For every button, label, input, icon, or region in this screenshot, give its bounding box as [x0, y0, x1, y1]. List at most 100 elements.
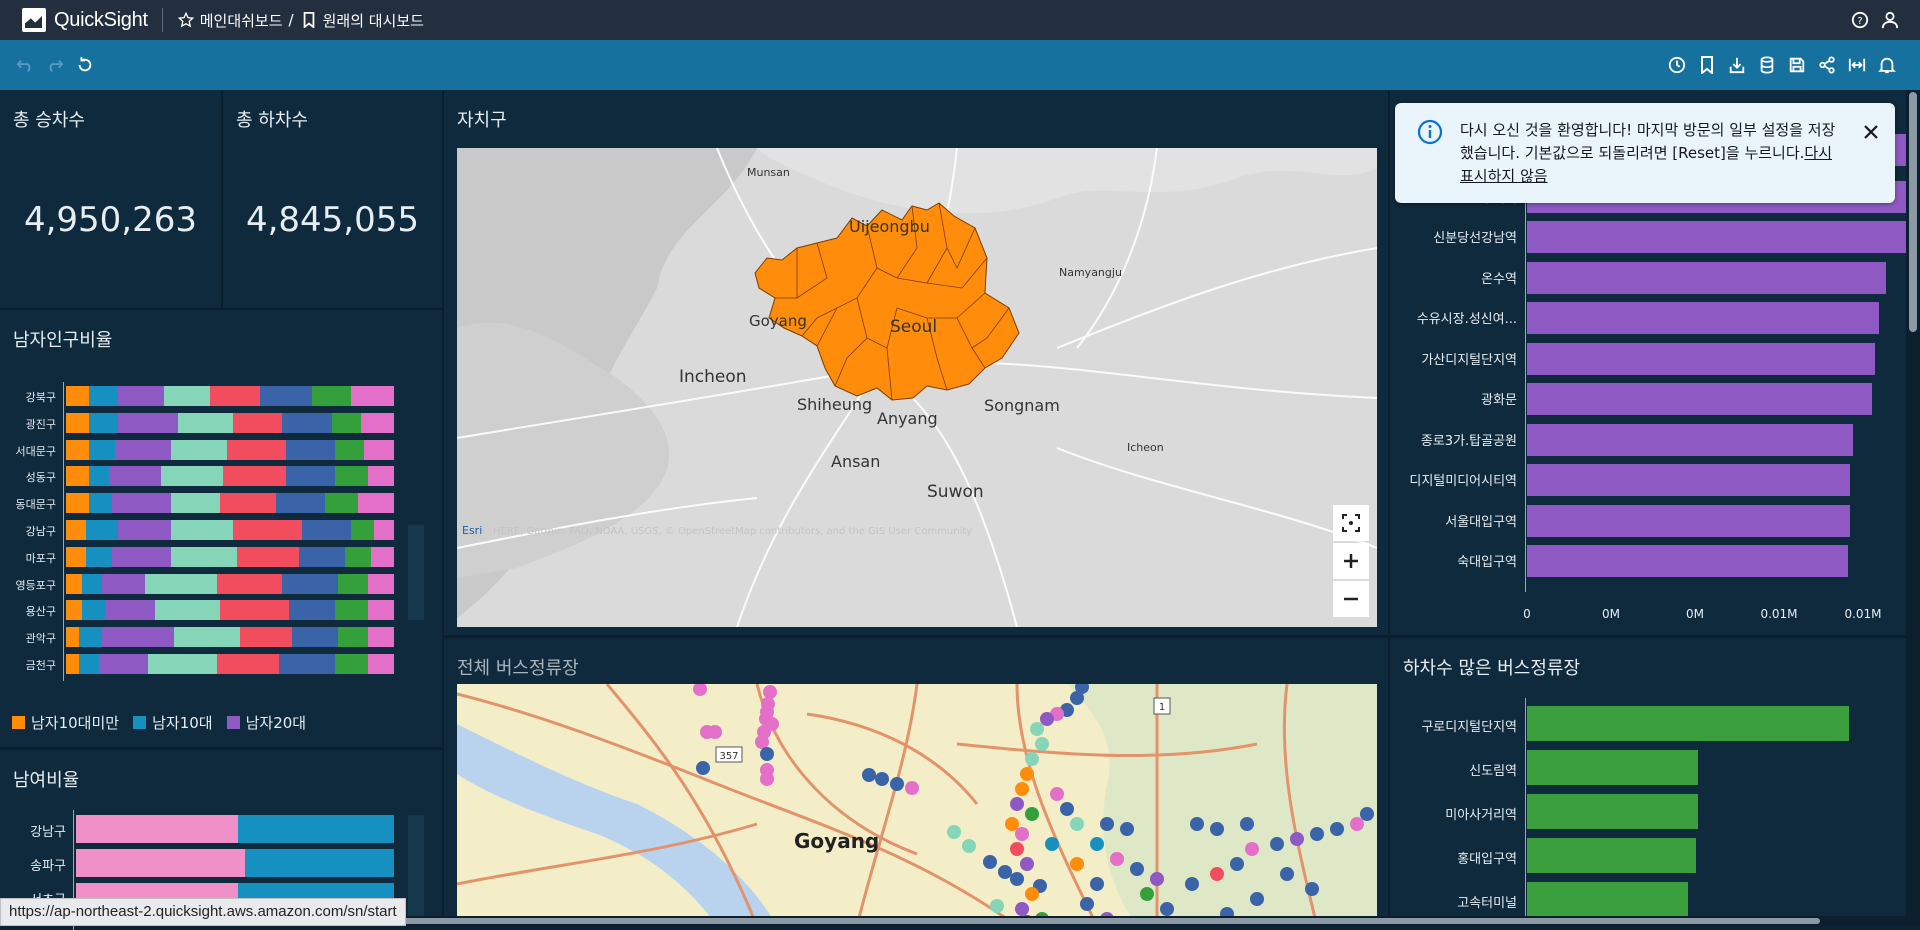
bar-segment[interactable] [338, 573, 368, 594]
kpi-alighting-panel[interactable]: 총 하차수 4,845,055 [223, 90, 442, 308]
scroll-thumb[interactable] [1909, 92, 1917, 332]
bar-segment[interactable] [66, 546, 86, 567]
user-icon[interactable] [1880, 10, 1900, 30]
bar-segment[interactable] [361, 412, 394, 433]
close-icon[interactable] [1862, 123, 1884, 145]
bar-segment[interactable] [282, 573, 339, 594]
bar-segment[interactable] [66, 627, 80, 648]
bar[interactable] [1527, 342, 1875, 375]
bar-segment[interactable] [239, 627, 293, 648]
zoom-out-button[interactable] [1333, 581, 1369, 617]
bar-segment[interactable] [226, 439, 286, 460]
bar-segment[interactable] [82, 600, 106, 621]
breadcrumb-sub[interactable]: 원래의 대시보드 [323, 10, 424, 31]
help-icon[interactable]: ? [1850, 10, 1870, 30]
export-icon[interactable] [1726, 54, 1748, 76]
bar-segment[interactable] [88, 493, 112, 514]
bar-segment[interactable] [233, 520, 303, 540]
bar-segment[interactable] [334, 600, 368, 621]
top-alighting-panel[interactable]: 하차수 많은 버스정류장 구로디지털단지역 신도림역 미아사거리역 홍대입구역 고속터미… [1390, 638, 1906, 926]
bar-segment[interactable] [111, 546, 171, 567]
bar[interactable] [1527, 302, 1880, 334]
quicksight-logo[interactable]: QuickSight [22, 0, 148, 40]
bar-segment[interactable] [154, 600, 221, 621]
fit-width-icon[interactable] [1846, 54, 1868, 76]
bar-segment[interactable] [338, 627, 368, 648]
bar-segment[interactable] [367, 627, 394, 648]
bar-segment[interactable] [325, 493, 358, 514]
bar-segment[interactable] [88, 439, 116, 460]
bar-segment[interactable] [367, 466, 394, 487]
bar-segment[interactable] [334, 654, 368, 674]
legend-item[interactable]: 남자10대미만 [12, 712, 119, 733]
bar-segment[interactable] [233, 412, 283, 433]
bar-segment[interactable] [371, 546, 394, 567]
bar-segment[interactable] [170, 546, 237, 567]
bar-segment[interactable] [285, 466, 335, 487]
bar-segment[interactable] [292, 627, 339, 648]
reset-icon[interactable] [74, 54, 96, 76]
bar-segment[interactable] [275, 493, 326, 514]
share-icon[interactable] [1816, 54, 1838, 76]
bar-segment[interactable] [66, 466, 89, 487]
bar[interactable] [1527, 383, 1872, 415]
bar-segment[interactable] [223, 466, 286, 487]
bar-segment[interactable] [79, 654, 99, 674]
save-icon[interactable] [1786, 54, 1808, 76]
bar-segment[interactable] [85, 520, 119, 540]
bar-segment[interactable] [367, 573, 394, 594]
chart-scrollbar[interactable] [408, 815, 424, 925]
bar-segment[interactable] [105, 600, 155, 621]
bookmark-icon[interactable] [1696, 54, 1718, 76]
bar-segment[interactable] [118, 520, 171, 540]
bar-segment[interactable] [170, 439, 227, 460]
bar[interactable] [1527, 261, 1886, 294]
bar[interactable] [1527, 838, 1697, 873]
bar-segment[interactable] [351, 520, 375, 540]
bar-segment[interactable] [236, 546, 299, 567]
bus-stop-map[interactable]: 357 1 Goyang [457, 684, 1377, 926]
bar-segment[interactable] [111, 493, 171, 514]
bar-segment[interactable] [216, 654, 280, 674]
legend-item[interactable]: 남자10대 [133, 712, 213, 733]
map-focus-button[interactable] [1333, 505, 1369, 541]
male-ratio-panel[interactable]: 남자인구비율 강북구 광진구 서대문구 성동구 동대문구 강남구 마포구 영등포구 용산구 관악구… [0, 310, 442, 747]
bar-segment[interactable] [334, 466, 368, 487]
bar-segment[interactable] [244, 849, 394, 877]
bar-segment[interactable] [82, 573, 103, 594]
bar-segment[interactable] [66, 493, 89, 514]
bar-segment[interactable] [76, 849, 245, 877]
bar-segment[interactable] [177, 412, 234, 433]
redo-icon[interactable] [44, 54, 66, 76]
bar-segment[interactable] [66, 439, 89, 460]
bar-segment[interactable] [364, 439, 394, 460]
bar-segment[interactable] [164, 386, 211, 406]
bar-segment[interactable] [115, 439, 171, 460]
bar-segment[interactable] [174, 627, 240, 648]
zoom-in-button[interactable] [1333, 543, 1369, 579]
bar-segment[interactable] [367, 654, 394, 674]
bar[interactable] [1527, 706, 1849, 741]
breadcrumb-main[interactable]: 메인대쉬보드 [200, 10, 283, 31]
bar-segment[interactable] [238, 815, 394, 843]
bar-segment[interactable] [66, 573, 83, 594]
bar-segment[interactable] [88, 466, 109, 487]
bar-segment[interactable] [282, 412, 332, 433]
bar-segment[interactable] [66, 654, 80, 674]
bar-segment[interactable] [334, 439, 365, 460]
bar-segment[interactable] [76, 815, 239, 843]
bar[interactable] [1527, 221, 1906, 253]
chart-scrollbar[interactable] [408, 525, 424, 620]
bar-segment[interactable] [102, 627, 175, 648]
bar[interactable] [1527, 504, 1851, 537]
bar-segment[interactable] [344, 546, 372, 567]
bar-segment[interactable] [102, 573, 145, 594]
kpi-boarding-panel[interactable]: 총 승차수 4,950,263 [0, 90, 221, 308]
bar-segment[interactable] [108, 466, 162, 487]
bar-segment[interactable] [367, 600, 394, 621]
bar-segment[interactable] [259, 386, 312, 406]
bar-segment[interactable] [170, 493, 221, 514]
bar-segment[interactable] [285, 439, 335, 460]
bell-icon[interactable] [1876, 54, 1898, 76]
bar-segment[interactable] [210, 386, 260, 406]
